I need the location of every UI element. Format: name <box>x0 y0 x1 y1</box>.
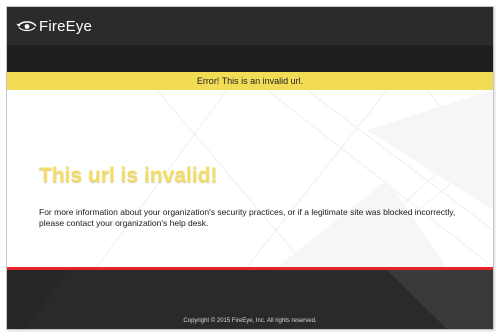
page-headline: This url is invalid! <box>39 164 218 187</box>
error-banner: Error! This is an invalid url. <box>7 72 493 90</box>
main-content: This url is invalid! For more informatio… <box>7 90 493 267</box>
browser-page: FireEye Error! This is an invalid url. T… <box>6 6 494 330</box>
copyright-text: Copyright © 2015 FireEye, Inc. All right… <box>183 318 317 324</box>
brand-name: FireEye <box>39 17 93 35</box>
page-footer: Copyright © 2015 FireEye, Inc. All right… <box>7 270 493 329</box>
error-banner-text: Error! This is an invalid url. <box>196 76 304 86</box>
top-header-bar: FireEye <box>7 7 493 45</box>
header-lower-band <box>7 45 493 72</box>
fireeye-eye-logo-icon <box>16 21 37 32</box>
fireeye-logo[interactable]: FireEye <box>16 17 93 35</box>
help-message: For more information about your organiza… <box>39 207 456 228</box>
